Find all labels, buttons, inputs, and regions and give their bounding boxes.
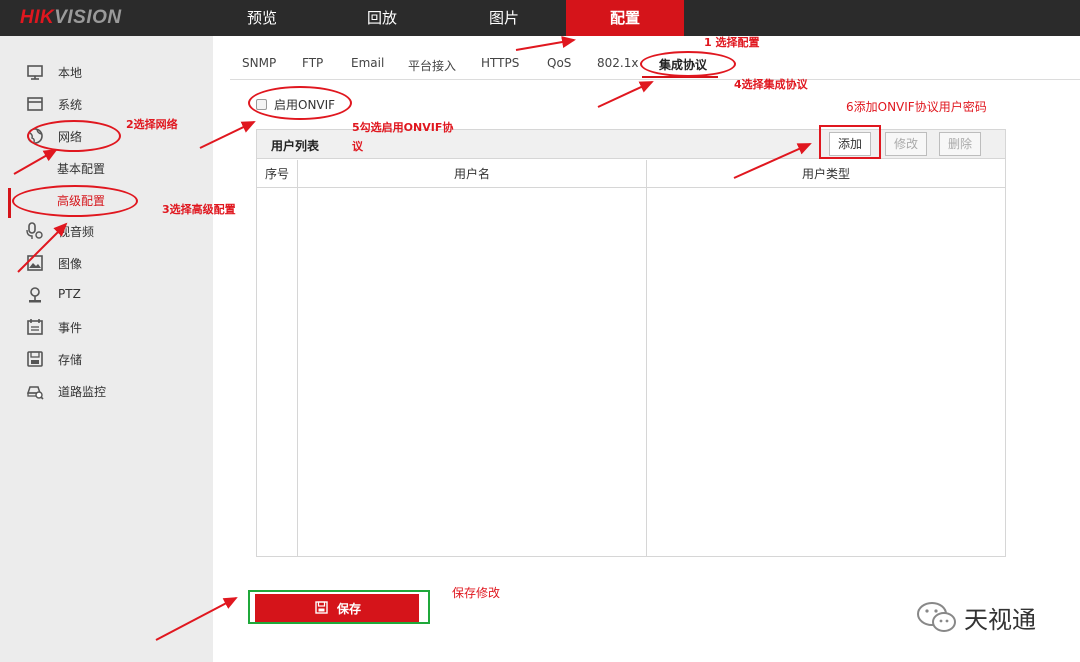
arrow-to-config-tab <box>515 36 576 51</box>
top-nav-bar: HIKVISION 预览 回放 图片 配置 <box>0 0 1080 36</box>
subtab-8021x[interactable]: 802.1x <box>597 56 638 70</box>
annotation-circle-integration-protocol <box>640 51 736 77</box>
subtab-ftp[interactable]: FTP <box>302 56 323 70</box>
watermark-label: 天视通 <box>964 606 1036 634</box>
tab-picture[interactable]: 图片 <box>452 0 556 36</box>
monitor-icon <box>27 65 43 80</box>
column-divider <box>297 160 298 556</box>
tab-configuration[interactable]: 配置 <box>566 0 684 36</box>
sidebar-item-image[interactable]: 图像 <box>0 251 213 275</box>
annotation-step5-line1: 5勾选启用ONVIF协 <box>352 121 454 134</box>
sidebar-item-road-monitoring[interactable]: 道路监控 <box>0 379 213 403</box>
sidebar-item-system[interactable]: 系统 <box>0 92 213 116</box>
sidebar-item-label: 存储 <box>58 353 83 367</box>
hikvision-logo: HIKVISION <box>20 7 122 29</box>
user-list-title: 用户列表 <box>271 139 320 153</box>
subtab-email[interactable]: Email <box>351 56 384 70</box>
watermark: 天视通 <box>916 598 1056 638</box>
annotation-step5-line2: 议 <box>352 140 363 153</box>
annotation-circle-onvif <box>248 86 352 120</box>
sidebar-item-local[interactable]: 本地 <box>0 60 213 84</box>
car-search-icon <box>26 386 44 400</box>
column-divider <box>646 160 647 556</box>
subtab-qos[interactable]: QoS <box>547 56 571 70</box>
sidebar-item-label: 道路监控 <box>58 385 107 399</box>
annotation-circle-network <box>27 120 121 152</box>
sidebar-item-label: 事件 <box>58 321 83 335</box>
logo-rest: VISION <box>54 7 122 28</box>
edit-user-button[interactable]: 修改 <box>885 132 927 156</box>
sidebar-item-label: 系统 <box>58 98 83 112</box>
sidebar-item-event[interactable]: 事件 <box>0 315 213 339</box>
annotation-save-note: 保存修改 <box>452 586 501 600</box>
active-indicator <box>8 188 11 218</box>
image-icon <box>27 255 43 271</box>
sidebar-item-label: 基本配置 <box>57 162 106 176</box>
logo-mark: HIK <box>20 7 55 28</box>
sidebar-item-label: 本地 <box>58 66 83 80</box>
annotation-box-add <box>819 125 881 159</box>
annotation-step4: 4选择集成协议 <box>734 78 808 91</box>
delete-user-button[interactable]: 删除 <box>939 132 981 156</box>
calendar-icon <box>27 319 43 335</box>
sidebar-item-label: 视音频 <box>58 225 95 239</box>
sidebar-item-video-audio[interactable]: 视音频 <box>0 219 213 243</box>
tab-preview[interactable]: 预览 <box>210 0 314 36</box>
column-header-index: 序号 <box>257 160 297 188</box>
sidebar-item-ptz[interactable]: PTZ <box>0 283 213 307</box>
annotation-step2: 2选择网络 <box>126 118 178 131</box>
user-list-panel: 用户列表 添加 修改 删除 序号 用户名 用户类型 <box>256 129 1006 557</box>
window-icon <box>27 97 43 111</box>
annotation-step6: 6添加ONVIF协议用户密码 <box>846 100 987 114</box>
subtab-snmp[interactable]: SNMP <box>242 56 276 70</box>
ptz-icon <box>29 287 41 303</box>
wechat-icon <box>917 602 956 632</box>
annotation-circle-advanced-config <box>12 185 138 217</box>
annotation-box-save <box>248 590 430 624</box>
subtab-https[interactable]: HTTPS <box>481 56 519 70</box>
sidebar-item-label: 图像 <box>58 257 83 271</box>
disk-icon <box>27 351 43 367</box>
sidebar-item-label: PTZ <box>58 287 81 301</box>
column-header-user-type: 用户类型 <box>647 160 1005 188</box>
subtab-platform-access[interactable]: 平台接入 <box>408 57 456 74</box>
annotation-step3: 3选择高级配置 <box>162 203 236 216</box>
sidebar-item-storage[interactable]: 存储 <box>0 347 213 371</box>
arrow-to-integration-protocol <box>597 81 654 108</box>
sidebar-subitem-basic-config[interactable]: 基本配置 <box>0 156 213 180</box>
tab-playback[interactable]: 回放 <box>330 0 434 36</box>
column-header-username: 用户名 <box>297 160 647 188</box>
annotation-step1: 1 选择配置 <box>704 36 760 49</box>
mic-icon <box>26 222 43 239</box>
